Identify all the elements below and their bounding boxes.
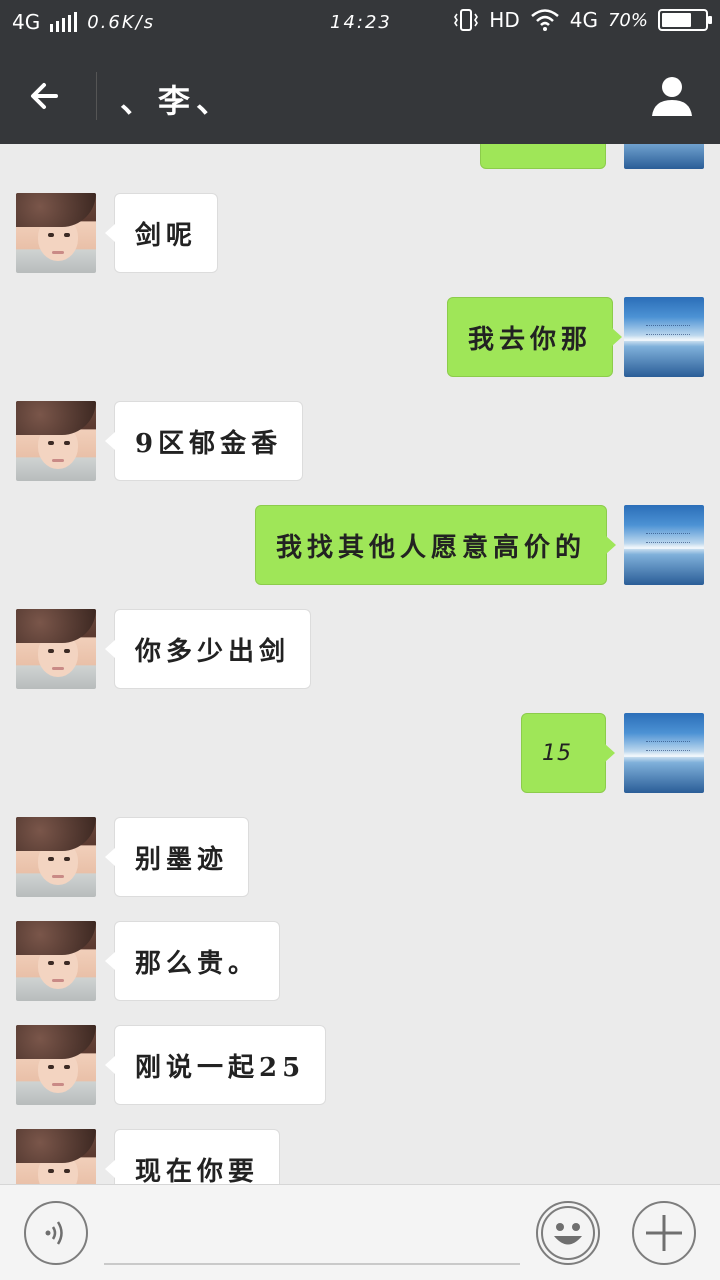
net-speed: 0.6K/s bbox=[87, 11, 156, 33]
message-text: 15 bbox=[542, 740, 572, 766]
my-avatar[interactable] bbox=[624, 713, 704, 793]
message-outgoing bbox=[0, 144, 720, 169]
input-bar bbox=[0, 1184, 720, 1280]
message-bubble[interactable]: 别墨迹 bbox=[104, 817, 250, 897]
message-outgoing: 15 bbox=[0, 713, 720, 793]
battery-percent: 70% bbox=[607, 9, 648, 31]
message-bubble[interactable]: 刚说一起25 bbox=[104, 1025, 327, 1105]
header-divider bbox=[96, 72, 97, 120]
message-incoming: 9区郁金香 bbox=[0, 401, 720, 481]
my-avatar[interactable] bbox=[624, 144, 704, 169]
message-outgoing: 我找其他人愿意高价的 bbox=[0, 505, 720, 585]
vibrate-icon bbox=[454, 9, 479, 31]
message-list[interactable]: 剑呢 我去你那 9区郁金香 我找其他人愿意高价的 你多少出剑 15 别墨迹 那么… bbox=[0, 144, 720, 1184]
person-icon[interactable] bbox=[650, 74, 694, 118]
wifi-icon bbox=[530, 9, 559, 31]
contact-avatar[interactable] bbox=[16, 817, 96, 897]
message-incoming: 你多少出剑 bbox=[0, 609, 720, 689]
message-bubble[interactable]: 9区郁金香 bbox=[104, 401, 304, 481]
contact-avatar[interactable] bbox=[16, 193, 96, 273]
message-bubble[interactable]: 现在你要 bbox=[104, 1129, 281, 1184]
message-bubble[interactable]: 剑呢 bbox=[104, 193, 219, 273]
voice-icon bbox=[45, 1221, 63, 1245]
message-outgoing: 我去你那 bbox=[0, 297, 720, 377]
hd-label: HD bbox=[489, 8, 520, 32]
network-type: 4G bbox=[12, 10, 41, 34]
battery-icon bbox=[658, 9, 712, 31]
emoji-icon bbox=[541, 1206, 595, 1260]
emoji-button[interactable] bbox=[536, 1201, 600, 1265]
contact-avatar[interactable] bbox=[16, 609, 96, 689]
signal-icon bbox=[50, 12, 78, 32]
my-avatar[interactable] bbox=[624, 297, 704, 377]
contact-avatar[interactable] bbox=[16, 1025, 96, 1105]
arrow-left-icon[interactable] bbox=[26, 74, 70, 118]
contact-avatar[interactable] bbox=[16, 1129, 96, 1184]
message-incoming: 那么贵。 bbox=[0, 921, 720, 1001]
message-incoming: 刚说一起25 bbox=[0, 1025, 720, 1105]
message-input[interactable] bbox=[104, 1263, 520, 1265]
network-type-right: 4G bbox=[569, 8, 598, 32]
voice-button[interactable] bbox=[24, 1201, 88, 1265]
message-bubble[interactable]: 15 bbox=[521, 713, 615, 793]
plus-button[interactable] bbox=[632, 1201, 696, 1265]
status-bar: 4G 0.6K/s 14:23 HD 4G 70% bbox=[0, 0, 720, 48]
message-incoming: 剑呢 bbox=[0, 193, 720, 273]
message-bubble[interactable]: 那么贵。 bbox=[104, 921, 281, 1001]
message-bubble[interactable]: 我找其他人愿意高价的 bbox=[255, 505, 617, 585]
message-bubble[interactable]: 我去你那 bbox=[447, 297, 623, 377]
my-avatar[interactable] bbox=[624, 505, 704, 585]
chat-header: 、李、 bbox=[0, 48, 720, 144]
plus-icon bbox=[646, 1215, 682, 1251]
contact-avatar[interactable] bbox=[16, 401, 96, 481]
message-incoming: 别墨迹 bbox=[0, 817, 720, 897]
contact-avatar[interactable] bbox=[16, 921, 96, 1001]
message-bubble[interactable]: 你多少出剑 bbox=[104, 609, 312, 689]
message-bubble[interactable] bbox=[480, 144, 606, 169]
chat-title: 、李、 bbox=[120, 82, 235, 120]
message-incoming: 现在你要 bbox=[0, 1129, 720, 1184]
clock: 14:23 bbox=[330, 12, 392, 33]
